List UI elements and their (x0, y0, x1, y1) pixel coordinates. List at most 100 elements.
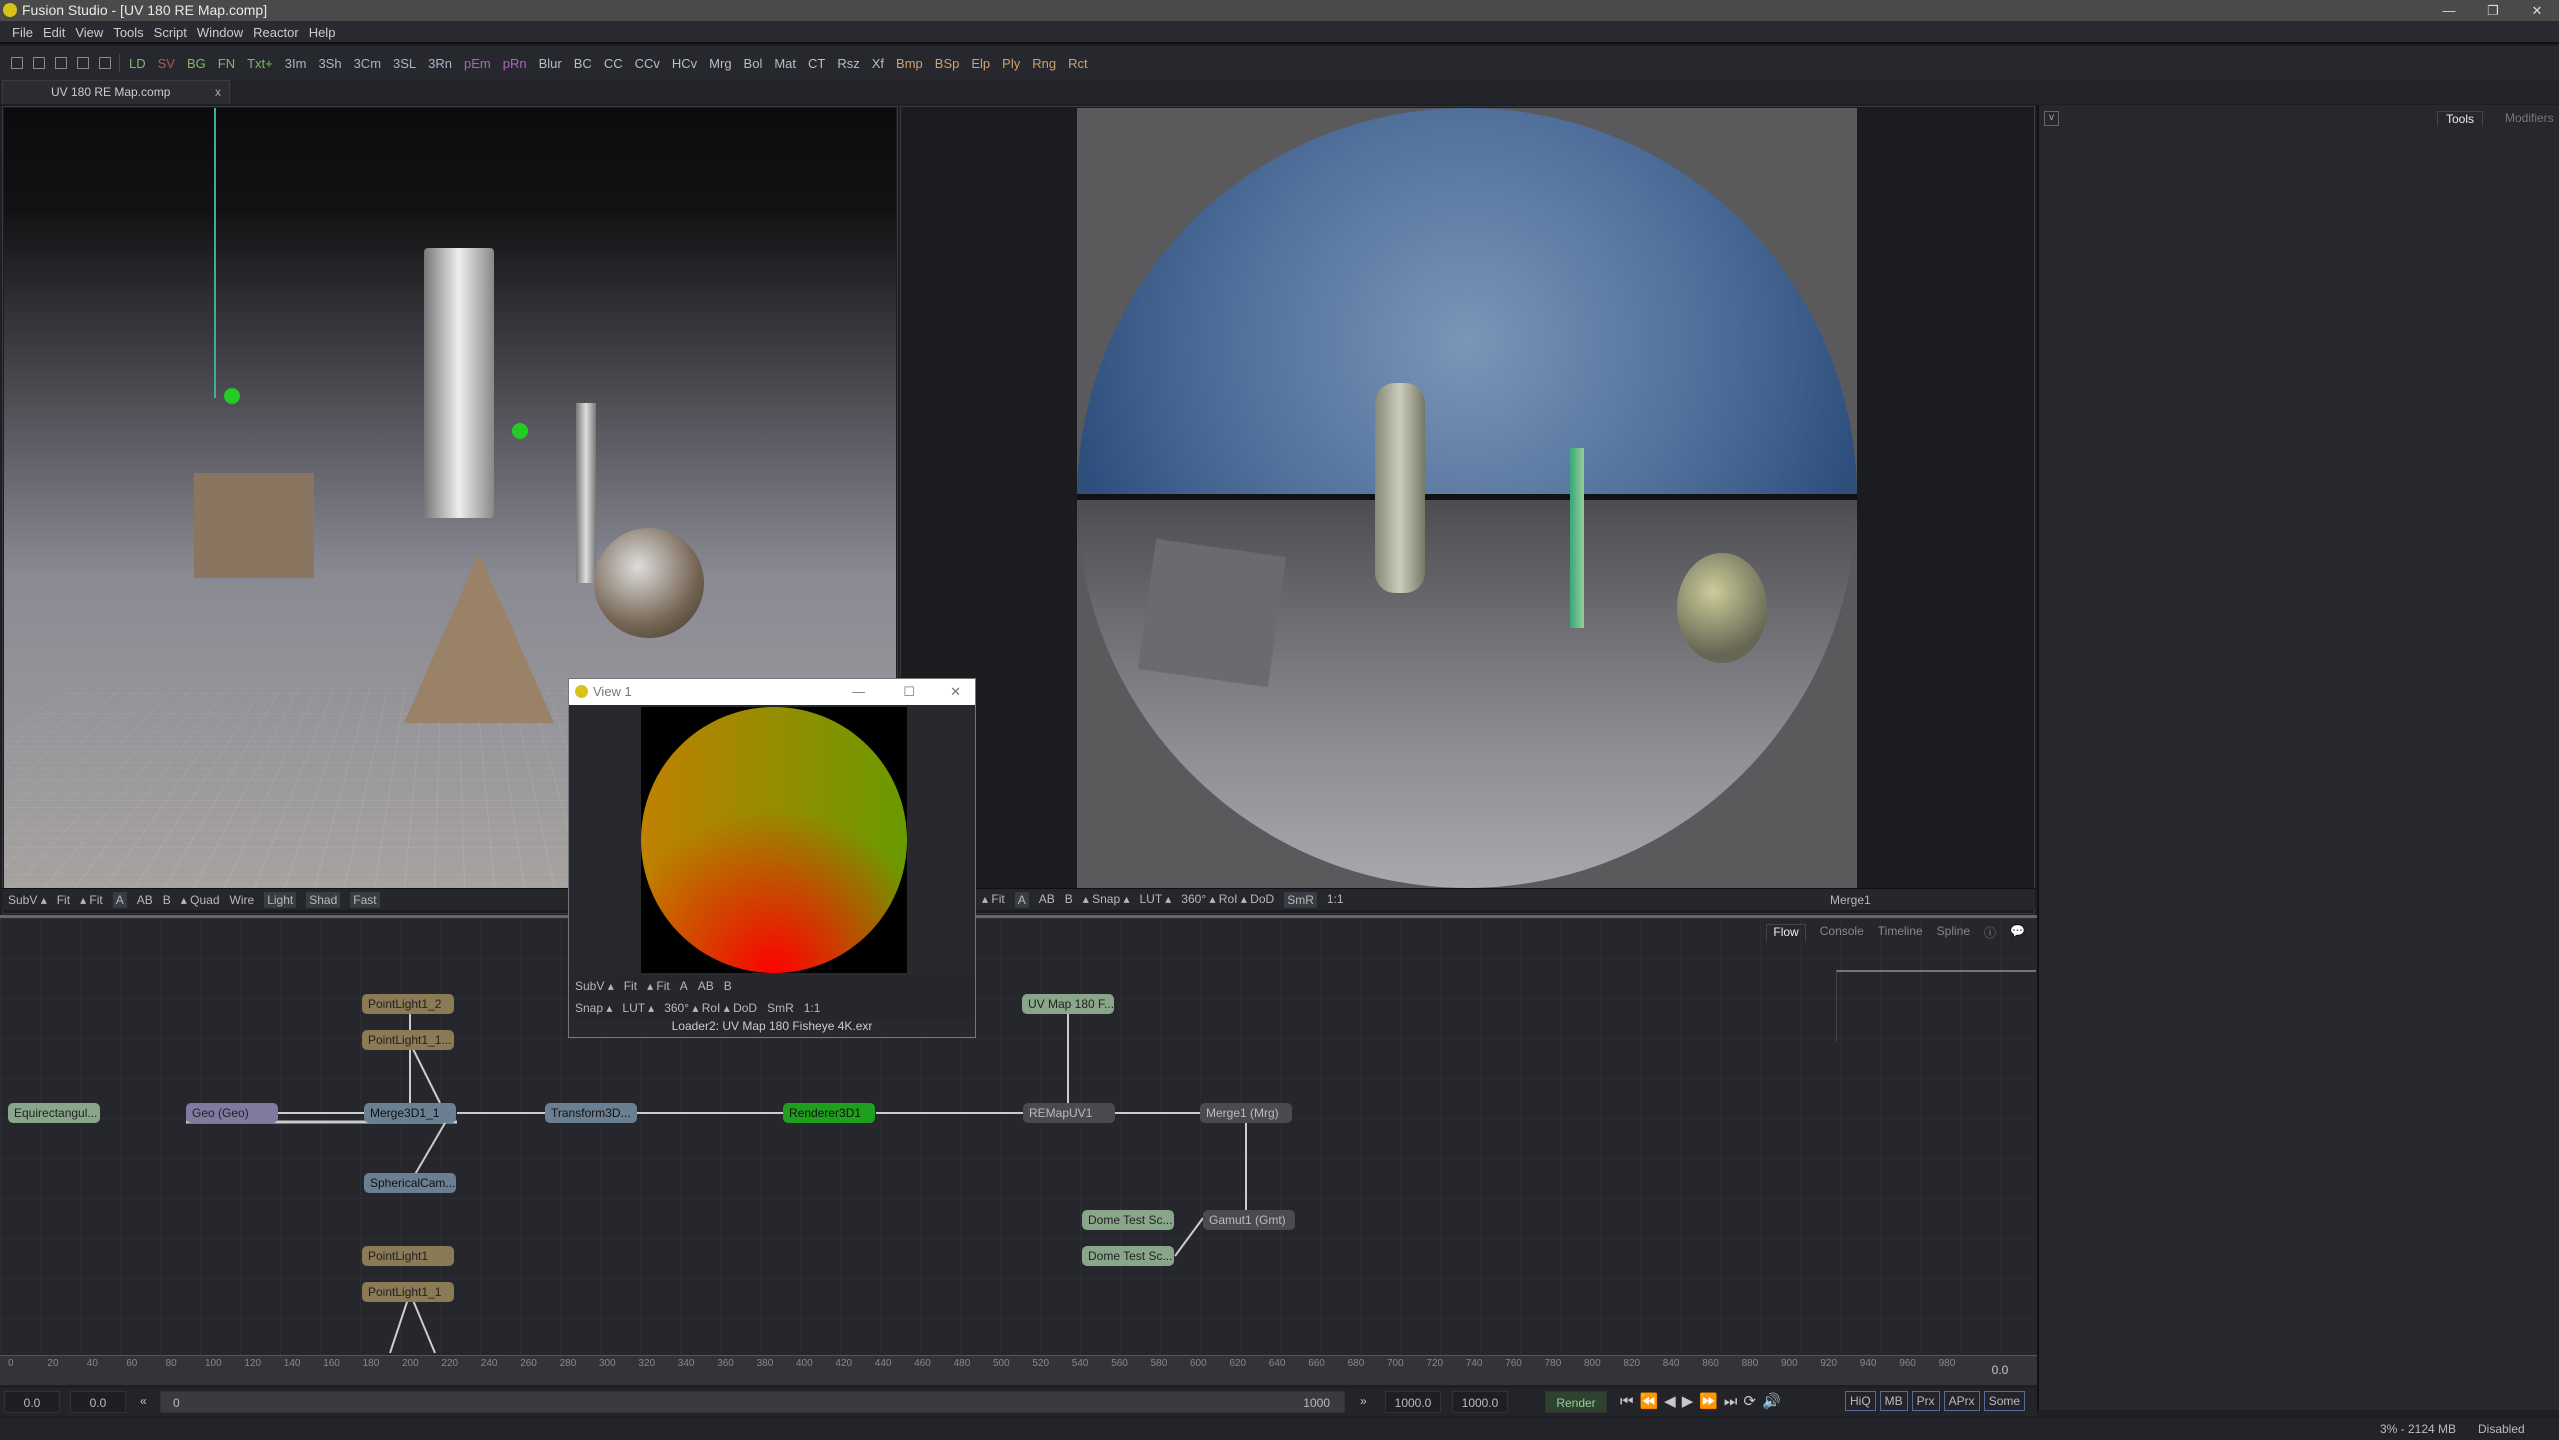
right-viewer-option[interactable]: 1:1 (1327, 892, 1344, 908)
node-renderer3d[interactable]: Renderer3D1 (783, 1103, 875, 1123)
right-viewer-option[interactable]: 360° ▴ RoI ▴ DoD (1181, 892, 1274, 908)
fisheye-render-view[interactable] (1077, 108, 1857, 888)
layout-icon[interactable] (11, 57, 23, 69)
node-geo[interactable]: Geo (Geo) (186, 1103, 278, 1123)
left-viewer-option[interactable]: ▴ Quad (181, 893, 220, 907)
tool-sv-button[interactable]: SV (152, 56, 181, 71)
tool-pem-button[interactable]: pEm (458, 56, 497, 71)
close-button[interactable]: ✕ (950, 679, 961, 705)
node-pointlight1[interactable]: PointLight1 (362, 1246, 454, 1266)
global-start-field[interactable]: 0.0 (4, 1391, 60, 1413)
close-tab-icon[interactable]: x (215, 81, 221, 103)
left-viewer-option[interactable]: Wire (230, 893, 255, 907)
view-option[interactable]: 360° ▴ RoI ▴ DoD (664, 1001, 757, 1015)
tool-bmp-button[interactable]: Bmp (890, 56, 929, 71)
tool-ld-button[interactable]: LD (123, 56, 152, 71)
minimize-button[interactable]: — (2427, 0, 2471, 21)
menu-tools[interactable]: Tools (111, 21, 151, 42)
view-canvas[interactable] (641, 707, 907, 973)
tool-rct-button[interactable]: Rct (1062, 56, 1094, 71)
menu-file[interactable]: File (10, 21, 41, 42)
tool-rng-button[interactable]: Rng (1026, 56, 1062, 71)
tool-hcv-button[interactable]: HCv (666, 56, 703, 71)
floating-view-window[interactable]: View 1 — ☐ ✕ SubV ▴ Fit ▴ Fit A AB B Snap ▴ LU… (568, 678, 976, 1038)
render-end-field[interactable]: 1000.0 (1385, 1391, 1441, 1413)
tool-ct-button[interactable]: CT (802, 56, 831, 71)
node-pointlight1-1[interactable]: PointLight1_1... (362, 1030, 454, 1050)
light-gizmo[interactable] (224, 388, 240, 404)
view-option[interactable]: LUT ▴ (622, 1001, 654, 1015)
right-viewer-option[interactable]: AB (1039, 892, 1055, 908)
tool-mat-button[interactable]: Mat (768, 56, 802, 71)
node-equirectangular[interactable]: Equirectangul... (8, 1103, 100, 1123)
menu-script[interactable]: Script (152, 21, 195, 42)
toggle-hiq[interactable]: HiQ (1845, 1391, 1876, 1411)
left-viewer-option[interactable]: SubV ▴ (8, 893, 47, 907)
node-spherical-camera[interactable]: SphericalCam... (364, 1173, 456, 1193)
right-viewer-option[interactable]: A (1014, 891, 1029, 908)
node-dome-test-2[interactable]: Dome Test Sc... (1082, 1246, 1174, 1266)
right-viewer-option[interactable]: B (1065, 892, 1073, 908)
forward-range-icon[interactable]: » (1360, 1394, 1367, 1408)
view-option[interactable]: Fit (624, 979, 637, 993)
tool-cc-button[interactable]: CC (598, 56, 629, 71)
light-gizmo[interactable] (512, 423, 528, 439)
layout-icon[interactable] (77, 57, 89, 69)
tool-xf-button[interactable]: Xf (866, 56, 890, 71)
tool-mrg-button[interactable]: Mrg (703, 56, 737, 71)
view-option[interactable]: AB (698, 979, 714, 993)
render-button[interactable]: Render (1545, 1391, 1607, 1413)
tab-modifiers[interactable]: Modifiers (2497, 111, 2559, 125)
node-merge3d[interactable]: Merge3D1_1 (364, 1103, 456, 1123)
current-time[interactable]: 0.0 (1965, 1358, 2035, 1382)
node-gamut[interactable]: Gamut1 (Gmt) (1203, 1210, 1295, 1230)
tab-comp[interactable]: UV 180 RE Map.comp x (2, 80, 230, 104)
tool-elp-button[interactable]: Elp (965, 56, 996, 71)
right-viewer-option[interactable]: LUT ▴ (1139, 892, 1171, 908)
flow-editor[interactable]: Flow Console Timeline Spline ⓘ 💬 PointLi… (0, 915, 2037, 1355)
tool-3sl-button[interactable]: 3SL (387, 56, 422, 71)
left-viewer-option[interactable]: ▴ Fit (80, 893, 103, 907)
toggle-mb[interactable]: MB (1879, 1391, 1908, 1411)
rewind-range-icon[interactable]: « (140, 1394, 147, 1408)
layout-icon[interactable] (55, 57, 67, 69)
right-viewer-option[interactable]: ▴ Fit (982, 892, 1005, 908)
left-viewer-option[interactable]: Fast (350, 891, 380, 908)
left-viewer-option[interactable]: AB (137, 893, 153, 907)
view-option[interactable]: B (724, 979, 732, 993)
tool-prn-button[interactable]: pRn (497, 56, 533, 71)
node-remapuv[interactable]: REMapUV1 (1023, 1103, 1115, 1123)
tool-bc-button[interactable]: BC (568, 56, 598, 71)
toggle-prx[interactable]: Prx (1911, 1391, 1940, 1411)
node-transform3d[interactable]: Transform3D... (545, 1103, 637, 1123)
node-merge1[interactable]: Merge1 (Mrg) (1200, 1103, 1292, 1123)
chevron-down-icon[interactable]: v (2044, 111, 2059, 126)
maximize-button[interactable]: ☐ (903, 679, 915, 705)
time-ruler[interactable]: 0 20 40 60 80 100 120 140 160 180 200 220 240 260 280 3… (0, 1355, 2037, 1385)
left-viewer-option[interactable]: A (112, 891, 127, 908)
view-option[interactable]: SmR (767, 1001, 794, 1015)
toggle-aprx[interactable]: APrx (1943, 1391, 1980, 1411)
tool-3rn-button[interactable]: 3Rn (422, 56, 458, 71)
print-icon[interactable] (99, 57, 111, 69)
node-uv-map-loader[interactable]: UV Map 180 F... (1022, 994, 1114, 1014)
range-slider[interactable]: 0 1000 (160, 1391, 1345, 1413)
right-viewer-option[interactable]: ▴ Snap ▴ (1083, 892, 1130, 908)
toggle-some[interactable]: Some (1983, 1391, 2026, 1411)
menu-view[interactable]: View (73, 21, 111, 42)
view-window-titlebar[interactable]: View 1 — ☐ ✕ (569, 679, 975, 705)
close-button[interactable]: ✕ (2515, 0, 2559, 21)
tool-ccv-button[interactable]: CCv (629, 56, 666, 71)
tool-bg-button[interactable]: BG (181, 56, 212, 71)
tool-bol-button[interactable]: Bol (738, 56, 769, 71)
tool-rsz-button[interactable]: Rsz (831, 56, 865, 71)
tool-3sh-button[interactable]: 3Sh (312, 56, 347, 71)
tab-tools[interactable]: Tools (2437, 111, 2484, 126)
global-end-field[interactable]: 1000.0 (1452, 1391, 1508, 1413)
maximize-button[interactable]: ❐ (2471, 0, 2515, 21)
tool-3cm-button[interactable]: 3Cm (348, 56, 387, 71)
view-option[interactable]: Snap ▴ (575, 1001, 612, 1015)
right-viewer-option[interactable]: SmR (1284, 891, 1317, 908)
left-viewer-option[interactable]: Light (264, 891, 297, 908)
node-pointlight1-1b[interactable]: PointLight1_1 (362, 1282, 454, 1302)
